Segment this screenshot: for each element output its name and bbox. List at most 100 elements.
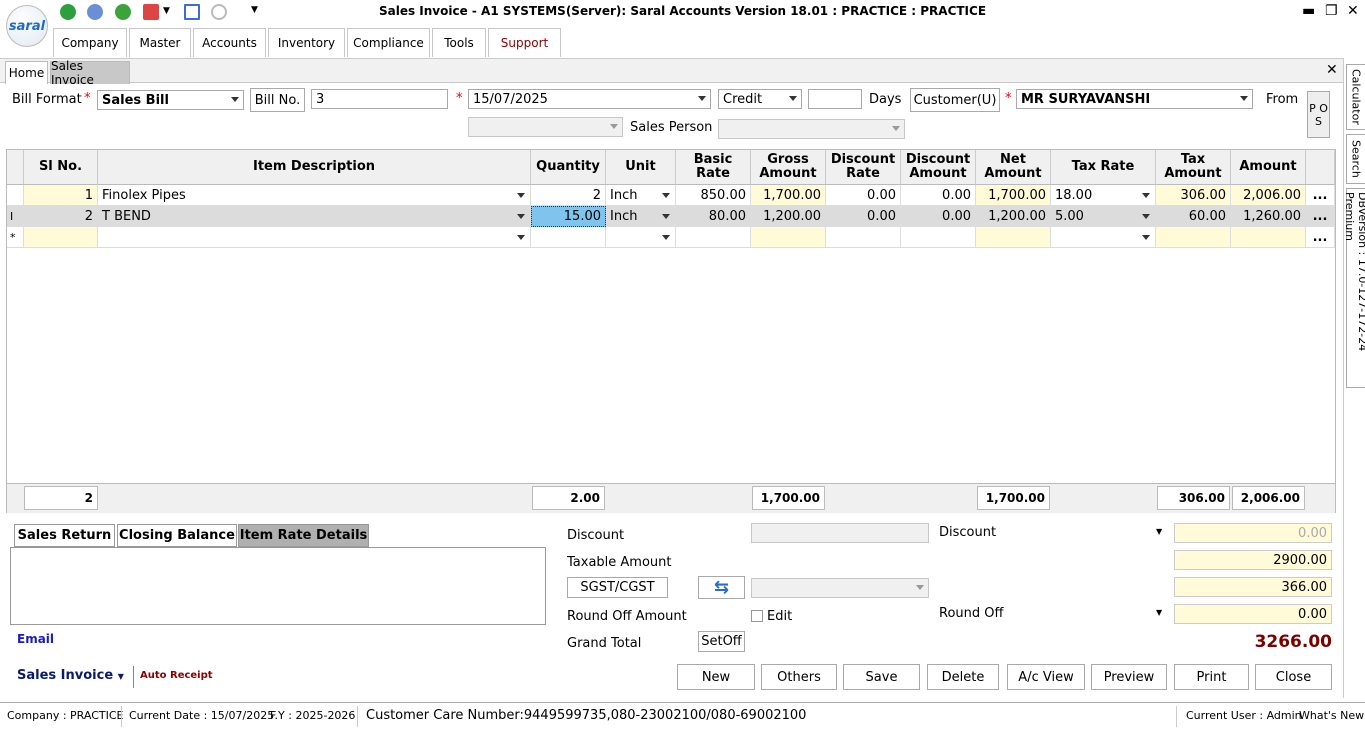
circle-icon[interactable] <box>211 4 227 20</box>
days-input[interactable] <box>808 89 862 109</box>
table-cell-qty[interactable]: 2 <box>531 185 606 206</box>
others-button[interactable]: Others <box>761 664 837 690</box>
close-button[interactable]: Close <box>1255 664 1332 690</box>
table-cell-tax-amt <box>1156 227 1231 248</box>
table-cell-disc-amt[interactable]: 0.00 <box>901 185 976 206</box>
table-cell-qty-editing[interactable]: 15.00 <box>531 206 606 227</box>
payment-mode-select[interactable]: Credit <box>718 89 802 109</box>
round-off-dropdown-icon[interactable]: ▼ <box>1156 608 1162 617</box>
row-header[interactable]: I <box>7 206 24 227</box>
menu-company[interactable]: Company <box>53 28 127 57</box>
tax-select[interactable] <box>751 578 929 598</box>
row-more-button[interactable]: ... <box>1306 227 1335 248</box>
setoff-button[interactable]: SetOff <box>698 631 745 652</box>
sales-invoice-menu[interactable]: Sales Invoice ▼ <box>17 668 124 683</box>
bill-format-select[interactable]: Sales Bill <box>97 90 244 110</box>
edit-label: Edit <box>767 609 793 624</box>
help-icon[interactable] <box>115 4 131 20</box>
tab-item-rate-details[interactable]: Item Rate Details <box>238 524 369 547</box>
bill-no-input[interactable]: 3 <box>311 89 448 109</box>
delete-button[interactable]: Delete <box>927 664 999 690</box>
table-cell-disc-amt[interactable]: 0.00 <box>901 206 976 227</box>
toolbar-dropdown-icon[interactable]: ▼ <box>251 5 258 15</box>
menu-tools[interactable]: Tools <box>432 28 486 57</box>
status-fy: F.Y : 2025-2026 <box>270 709 356 722</box>
refresh-icon: ⇆ <box>713 577 730 598</box>
table-cell-item[interactable]: T BEND <box>98 206 531 227</box>
sales-person-select[interactable] <box>718 119 905 139</box>
sgst-cgst-button[interactable]: SGST/CGST <box>567 577 668 598</box>
table-cell-qty[interactable] <box>531 227 606 248</box>
close-tab-icon[interactable]: ✕ <box>1326 62 1338 78</box>
date-picker[interactable]: 15/07/2025 <box>468 89 711 109</box>
new-button[interactable]: New <box>677 664 755 690</box>
print-button[interactable]: Print <box>1174 664 1249 690</box>
row-header[interactable] <box>7 185 24 206</box>
table-cell-rate[interactable] <box>676 227 751 248</box>
menu-support[interactable]: Support <box>488 28 561 57</box>
required-marker: * <box>1005 91 1012 106</box>
col-quantity: Quantity <box>531 150 606 185</box>
bill-no-button[interactable]: Bill No. <box>250 88 305 112</box>
search-tab[interactable]: Search <box>1346 134 1365 184</box>
menu-inventory[interactable]: Inventory <box>268 28 345 57</box>
pos-button[interactable]: P O S <box>1307 91 1330 138</box>
table-cell-gross: 1,700.00 <box>751 185 826 206</box>
chevron-down-icon[interactable]: ▼ <box>163 6 170 16</box>
info-icon[interactable] <box>87 4 103 20</box>
table-cell-tax-rate[interactable]: 5.00 <box>1051 206 1156 227</box>
round-off-value: 0.00 <box>1174 604 1332 624</box>
table-cell-tax-rate[interactable]: 18.00 <box>1051 185 1156 206</box>
ac-view-button[interactable]: A/c View <box>1007 664 1085 690</box>
close-window-icon[interactable]: ✕ <box>1347 3 1359 19</box>
saral-logo[interactable]: saral <box>6 5 48 47</box>
edit-checkbox[interactable] <box>751 610 763 622</box>
totals-bar <box>7 483 1335 513</box>
table-cell-item[interactable]: Finolex Pipes <box>98 185 531 206</box>
table-cell-disc-rate[interactable]: 0.00 <box>826 185 901 206</box>
tab-sales-invoice[interactable]: Sales Invoice <box>50 59 130 87</box>
table-cell-disc-rate[interactable]: 0.00 <box>826 206 901 227</box>
table-cell-disc-rate[interactable] <box>826 227 901 248</box>
table-cell-rate[interactable]: 850.00 <box>676 185 751 206</box>
minimize-icon[interactable]: ▬ <box>1302 3 1315 19</box>
table-cell-unit[interactable] <box>606 227 676 248</box>
col-tax-rate: Tax Rate <box>1051 150 1156 185</box>
table-cell-disc-amt[interactable] <box>901 227 976 248</box>
menu-compliance[interactable]: Compliance <box>347 28 430 57</box>
discount-dropdown-icon[interactable]: ▼ <box>1156 527 1162 536</box>
table-cell-rate[interactable]: 80.00 <box>676 206 751 227</box>
preview-button[interactable]: Preview <box>1091 664 1167 690</box>
row-more-button[interactable]: ... <box>1306 185 1335 206</box>
status-bar: Company : PRACTICE Current Date : 15/07/… <box>0 702 1365 729</box>
crop-icon[interactable] <box>184 4 200 20</box>
whats-new-link[interactable]: What's New <box>1299 709 1364 722</box>
customer-select[interactable]: MR SURYAVANSHI <box>1016 89 1253 109</box>
total-gross: 1,700.00 <box>752 486 825 510</box>
refresh-icon[interactable] <box>60 4 76 20</box>
discount-input[interactable] <box>751 523 929 543</box>
save-button[interactable]: Save <box>843 664 920 690</box>
total-qty: 2.00 <box>532 486 605 510</box>
auto-receipt-link[interactable]: Auto Receipt <box>140 670 213 681</box>
col-unit: Unit <box>606 150 676 185</box>
table-cell-unit[interactable]: Inch <box>606 185 676 206</box>
tab-closing-balance[interactable]: Closing Balance <box>117 524 237 547</box>
discount-label: Discount <box>567 528 625 543</box>
sales-type-select[interactable] <box>468 117 623 137</box>
row-more-button[interactable]: ... <box>1306 206 1335 227</box>
table-cell-tax-rate[interactable] <box>1051 227 1156 248</box>
menu-accounts[interactable]: Accounts <box>193 28 266 57</box>
refresh-tax-button[interactable]: ⇆ <box>698 576 745 599</box>
table-cell-unit[interactable]: Inch <box>606 206 676 227</box>
status-current-date: Current Date : 15/07/2025 <box>129 709 275 722</box>
tab-home[interactable]: Home <box>5 61 48 84</box>
tab-sales-return[interactable]: Sales Return <box>14 524 115 547</box>
calculator-tab[interactable]: Calculator <box>1346 64 1365 130</box>
menu-master[interactable]: Master <box>129 28 191 57</box>
customer-type-button[interactable]: Customer(U) <box>910 88 1000 112</box>
restore-icon[interactable]: ❐ <box>1325 3 1338 19</box>
calculator-icon[interactable] <box>143 4 159 20</box>
email-link[interactable]: Email <box>17 632 54 646</box>
table-cell-item[interactable] <box>98 227 531 248</box>
